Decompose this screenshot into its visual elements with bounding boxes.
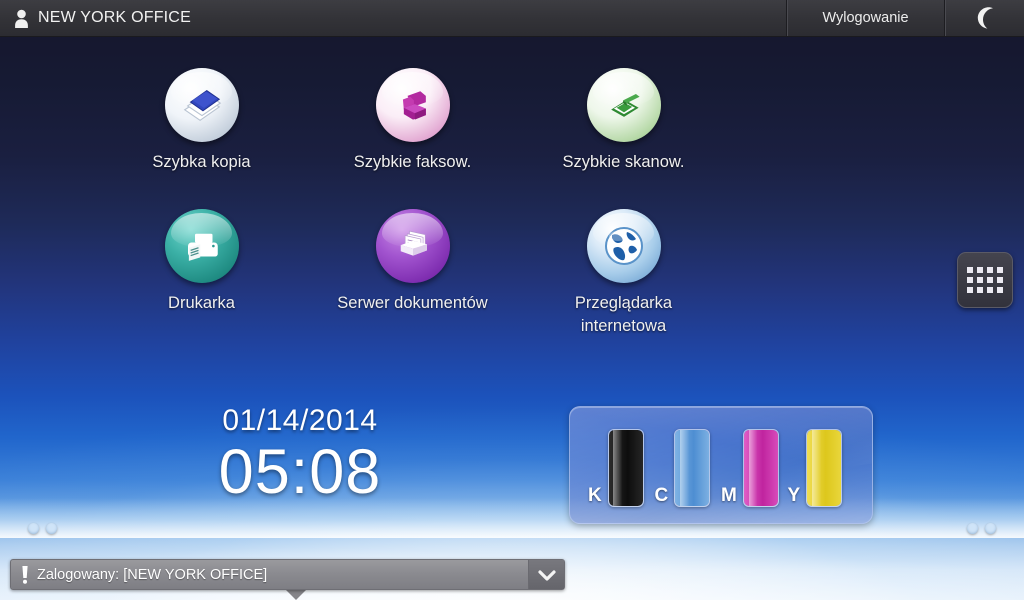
toner-fill <box>743 430 778 506</box>
app-grid-button[interactable] <box>957 252 1013 308</box>
app-row-1: Szybka kopia Szybkie faksow. Szybkie ska… <box>96 68 736 173</box>
app-row-2: Drukarka Serwer dokumentów Przeglądarka … <box>96 209 736 337</box>
alert-icon <box>21 565 29 584</box>
web-browser-icon <box>586 209 661 284</box>
app-quick-scan[interactable]: Szybkie skanow. <box>518 68 729 173</box>
logout-button[interactable]: Wylogowanie <box>786 0 944 36</box>
person-icon <box>14 9 29 28</box>
toner-bar <box>607 429 644 507</box>
document-server-icon <box>375 209 450 284</box>
toner-item-yellow: Y <box>788 429 855 507</box>
app-label: Drukarka <box>168 294 235 313</box>
toner-item-cyan: C <box>655 429 722 507</box>
logout-label: Wylogowanie <box>822 10 909 26</box>
status-text: Zalogowany: [NEW YORK OFFICE] <box>37 566 268 583</box>
app-label: Serwer dokumentów <box>337 294 488 313</box>
page-dot <box>28 523 39 534</box>
top-header-bar: NEW YORK OFFICE Wylogowanie <box>0 0 1024 37</box>
chevron-down-icon <box>537 569 556 581</box>
app-printer[interactable]: Drukarka <box>96 209 307 337</box>
app-label: Przeglądarka internetowa <box>574 294 673 335</box>
app-label: Szybkie skanow. <box>562 153 685 171</box>
header-user-name: NEW YORK OFFICE <box>38 9 191 26</box>
page-indicator-left[interactable] <box>28 523 57 534</box>
toner-letter: C <box>654 485 669 506</box>
app-document-server[interactable]: Serwer dokumentów <box>307 209 518 337</box>
quick-fax-icon <box>375 68 450 142</box>
app-grid-icon <box>967 267 1003 293</box>
toner-bar <box>742 429 779 507</box>
app-quick-copy[interactable]: Szybka kopia <box>96 68 307 173</box>
toner-letter: K <box>588 485 602 506</box>
statusbar-pointer <box>285 589 307 600</box>
toner-bar <box>674 429 711 507</box>
moon-icon <box>974 6 996 30</box>
app-shortcut-grid: Szybka kopia Szybkie faksow. Szybkie ska… <box>96 68 736 337</box>
sleep-mode-button[interactable] <box>944 0 1024 36</box>
toner-bar <box>806 429 843 507</box>
toner-letter: Y <box>787 485 801 506</box>
toner-fill <box>608 430 643 506</box>
page-indicator-right[interactable] <box>967 523 996 534</box>
page-dot <box>985 523 996 534</box>
clock-date: 01/14/2014 <box>222 404 378 437</box>
clock-widget: 01/14/2014 05:08 <box>150 404 450 504</box>
status-expand-button[interactable] <box>528 560 564 589</box>
quick-scan-icon <box>586 68 661 142</box>
device-screen: NEW YORK OFFICE Wylogowanie Szybka kopia… <box>0 0 1024 600</box>
app-web-browser[interactable]: Przeglądarka internetowa <box>518 209 729 337</box>
app-label: Szybkie faksow. <box>353 153 472 171</box>
header-user-area[interactable]: NEW YORK OFFICE <box>0 0 786 36</box>
toner-item-black: K <box>588 429 655 507</box>
toner-item-magenta: M <box>721 429 788 507</box>
clock-time: 05:08 <box>218 437 382 507</box>
toner-level-widget[interactable]: K C M Y <box>569 406 873 524</box>
app-label: Szybka kopia <box>152 153 251 171</box>
page-dot <box>967 523 978 534</box>
status-bar: Zalogowany: [NEW YORK OFFICE] <box>10 559 565 590</box>
toner-fill <box>675 430 710 506</box>
toner-fill <box>807 430 842 506</box>
toner-letter: M <box>721 485 737 506</box>
page-dot <box>46 523 57 534</box>
quick-copy-icon <box>164 68 239 142</box>
app-quick-fax[interactable]: Szybkie faksow. <box>307 68 518 173</box>
status-message-area[interactable]: Zalogowany: [NEW YORK OFFICE] <box>11 560 528 589</box>
printer-icon <box>164 209 239 284</box>
